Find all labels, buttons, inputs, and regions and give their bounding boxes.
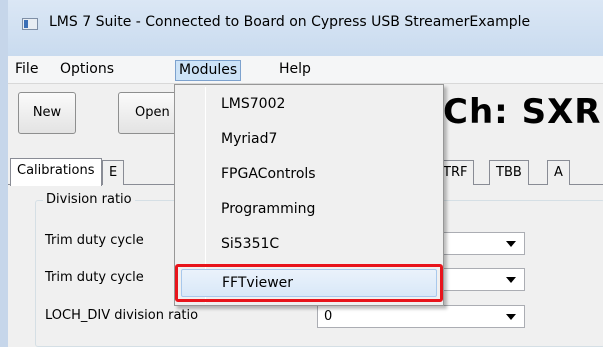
menu-file[interactable]: File <box>12 60 41 81</box>
tab-a[interactable]: A <box>547 160 570 185</box>
hover-highlight <box>181 269 437 297</box>
chevron-down-icon <box>506 277 516 283</box>
menu-bar: File Options Modules Help <box>8 56 603 84</box>
app-window: LMS 7 Suite - Connected to Board on Cypr… <box>0 0 603 347</box>
open-button[interactable]: Open <box>118 92 178 134</box>
menu-item-programming[interactable]: Programming <box>177 192 441 226</box>
title-bar[interactable]: LMS 7 Suite - Connected to Board on Cypr… <box>8 0 603 56</box>
trim-duty-cycle-label-2: Trim duty cycle <box>45 270 144 285</box>
tab-e[interactable]: E <box>102 160 125 185</box>
menu-options[interactable]: Options <box>57 60 117 81</box>
tab-tbb[interactable]: TBB <box>489 160 529 185</box>
chevron-down-icon <box>506 314 516 320</box>
window-title: LMS 7 Suite - Connected to Board on Cypr… <box>49 14 531 30</box>
menu-item-fftviewer-label: FFTviewer <box>222 275 294 291</box>
new-button[interactable]: New <box>18 92 76 134</box>
tab-calibrations[interactable]: Calibrations <box>10 158 102 186</box>
menu-help[interactable]: Help <box>276 60 314 81</box>
menu-item-fftviewer[interactable]: FFTviewer <box>175 264 443 302</box>
loch-div-label: LOCH_DIV division ratio <box>45 308 199 323</box>
chevron-down-icon <box>506 241 516 247</box>
group-title: Division ratio <box>43 192 135 207</box>
menu-item-fpgacontrols[interactable]: FPGAControls <box>177 157 441 191</box>
trim-duty-cycle-label-1: Trim duty cycle <box>45 233 144 248</box>
channel-label: Ch: SXR <box>443 92 602 132</box>
app-icon <box>22 18 38 30</box>
menu-item-myriad7[interactable]: Myriad7 <box>177 122 441 156</box>
menu-item-si5351c[interactable]: Si5351C <box>177 227 441 261</box>
modules-dropdown: LMS7002 Myriad7 FPGAControls Programming… <box>174 84 444 306</box>
loch-div-select[interactable]: 0 <box>317 305 525 328</box>
menu-item-lms7002[interactable]: LMS7002 <box>177 87 441 121</box>
menu-modules[interactable]: Modules <box>175 60 242 81</box>
